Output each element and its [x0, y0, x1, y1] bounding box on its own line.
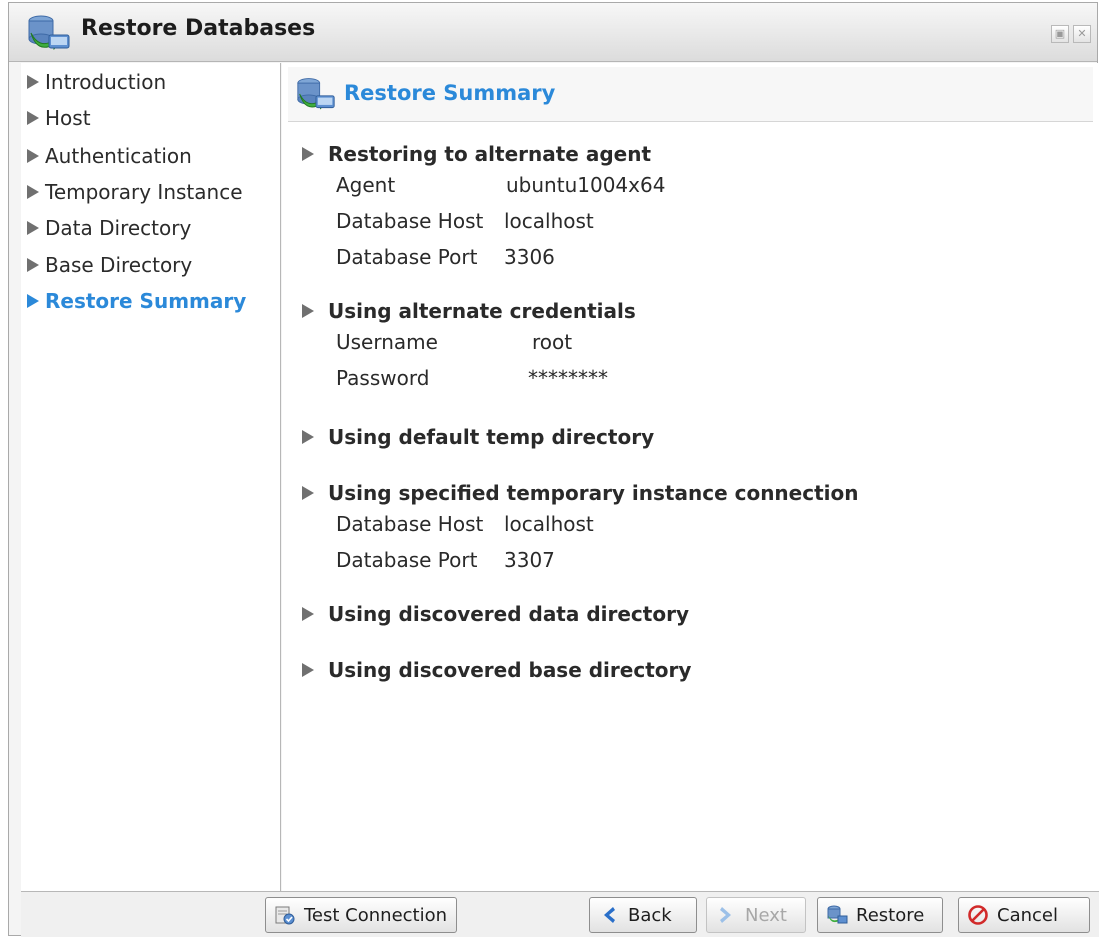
- nav-item-label: Base Directory: [45, 253, 193, 277]
- button-label: Next: [745, 904, 787, 926]
- nav-item-label: Authentication: [45, 144, 192, 168]
- cancel-button[interactable]: Cancel: [958, 897, 1090, 933]
- nav-item-base-directory[interactable]: Base Directory: [27, 250, 192, 280]
- triangle-right-icon: [302, 663, 314, 677]
- row-value: localhost: [504, 512, 594, 536]
- no-entry-icon: [968, 905, 988, 925]
- row-key: Database Port: [336, 245, 478, 269]
- section-heading: Using default temp directory: [302, 422, 654, 452]
- row-value: 3307: [504, 548, 555, 572]
- row-key: Username: [336, 330, 438, 354]
- summary-row: Database Host localhost: [302, 508, 859, 544]
- summary-row: Database Port 3306: [302, 241, 651, 277]
- database-restore-icon: [28, 15, 70, 51]
- triangle-right-icon: [302, 304, 314, 318]
- triangle-right-icon: [302, 486, 314, 500]
- test-connection-button[interactable]: Test Connection: [265, 897, 457, 933]
- section-heading: Restoring to alternate agent: [302, 139, 651, 169]
- button-bar: Test Connection Back Next Restore Cancel: [21, 891, 1099, 937]
- summary-row: Password ********: [302, 362, 636, 398]
- triangle-right-icon: [302, 607, 314, 621]
- row-key: Database Host: [336, 209, 484, 233]
- panel-header: Restore Summary: [288, 67, 1093, 122]
- row-key: Database Host: [336, 512, 484, 536]
- button-label: Test Connection: [304, 904, 448, 926]
- triangle-right-icon: [27, 185, 39, 199]
- row-value: root: [532, 330, 573, 354]
- summary-panel: Restore Summary Restoring to alternate a…: [282, 63, 1099, 891]
- summary-row: Agent ubuntu1004x64: [302, 169, 665, 205]
- triangle-right-icon: [27, 149, 39, 163]
- nav-item-introduction[interactable]: Introduction: [27, 67, 166, 97]
- summary-section-temp-directory: Using default temp directory: [302, 422, 654, 452]
- panel-title: Restore Summary: [344, 81, 556, 105]
- section-heading: Using specified temporary instance conne…: [302, 478, 859, 508]
- row-value: ********: [528, 366, 608, 390]
- summary-section-temp-instance: Using specified temporary instance conne…: [302, 478, 859, 580]
- summary-section-agent: Restoring to alternate agent Agent ubunt…: [302, 139, 665, 277]
- nav-item-label: Introduction: [45, 70, 167, 94]
- maximize-button[interactable]: ▣: [1051, 25, 1069, 43]
- row-key: Database Port: [336, 548, 478, 572]
- title-bar: Restore Databases ▣ ✕: [9, 3, 1097, 62]
- database-restore-icon: [827, 905, 848, 924]
- row-value: localhost: [504, 209, 594, 233]
- summary-section-data-directory: Using discovered data directory: [302, 599, 689, 629]
- nav-item-label: Data Directory: [45, 216, 192, 240]
- summary-section-base-directory: Using discovered base directory: [302, 655, 691, 685]
- summary-row: Database Host localhost: [302, 205, 651, 241]
- nav-item-temporary-instance[interactable]: Temporary Instance: [27, 177, 243, 207]
- back-button[interactable]: Back: [589, 897, 697, 933]
- nav-item-data-directory[interactable]: Data Directory: [27, 213, 191, 243]
- database-restore-icon: [297, 78, 335, 110]
- triangle-right-icon: [27, 75, 39, 89]
- maximize-icon: ▣: [1054, 27, 1066, 40]
- nav-item-label: Temporary Instance: [45, 180, 243, 204]
- triangle-right-icon: [27, 294, 39, 308]
- summary-section-credentials: Using alternate credentials Username roo…: [302, 296, 636, 398]
- close-icon: ✕: [1077, 27, 1087, 40]
- summary-row: Database Port 3307: [302, 544, 859, 580]
- nav-item-label: Restore Summary: [45, 289, 247, 313]
- nav-item-label: Host: [45, 106, 91, 130]
- triangle-right-icon: [302, 430, 314, 444]
- connection-test-icon: [275, 906, 295, 925]
- button-label: Restore: [856, 904, 925, 926]
- button-label: Back: [628, 904, 672, 926]
- chevron-right-icon: [720, 907, 731, 923]
- restore-databases-window: Restore Databases ▣ ✕ Introduction Host …: [8, 2, 1099, 937]
- nav-item-restore-summary[interactable]: Restore Summary: [27, 286, 246, 316]
- close-button[interactable]: ✕: [1073, 25, 1091, 43]
- restore-button[interactable]: Restore: [817, 897, 943, 933]
- button-label: Cancel: [997, 904, 1058, 926]
- chevron-left-icon: [604, 907, 615, 923]
- row-value: 3306: [504, 245, 555, 269]
- triangle-right-icon: [302, 147, 314, 161]
- row-value: ubuntu1004x64: [506, 173, 666, 197]
- triangle-right-icon: [27, 258, 39, 272]
- wizard-step-nav: Introduction Host Authentication Tempora…: [21, 63, 281, 891]
- nav-item-authentication[interactable]: Authentication: [27, 141, 192, 171]
- next-button[interactable]: Next: [706, 897, 806, 933]
- row-key: Password: [336, 366, 430, 390]
- summary-row: Username root: [302, 326, 636, 362]
- nav-item-host[interactable]: Host: [27, 103, 91, 133]
- section-heading: Using discovered data directory: [302, 599, 689, 629]
- row-key: Agent: [336, 173, 396, 197]
- section-heading: Using discovered base directory: [302, 655, 691, 685]
- section-heading: Using alternate credentials: [302, 296, 636, 326]
- triangle-right-icon: [27, 111, 39, 125]
- window-title: Restore Databases: [81, 16, 316, 41]
- triangle-right-icon: [27, 221, 39, 235]
